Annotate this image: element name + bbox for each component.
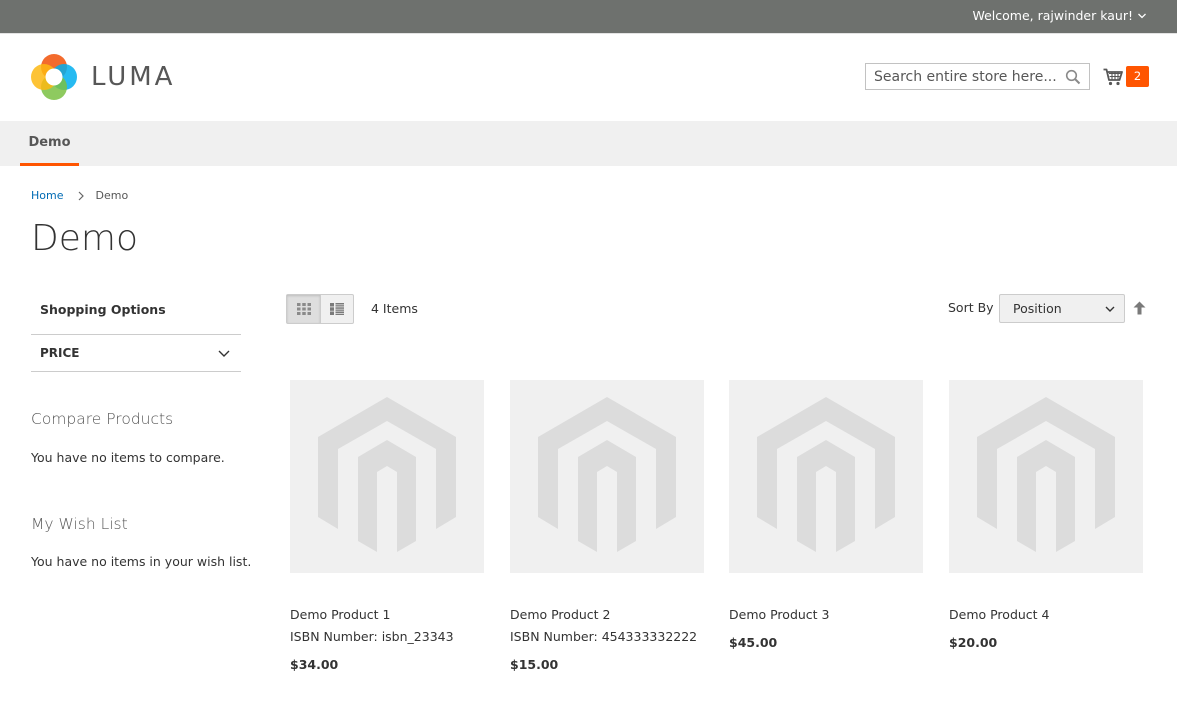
product-price: $20.00 <box>949 635 998 650</box>
chevron-right-icon <box>79 191 85 200</box>
product-image[interactable] <box>729 380 923 573</box>
magento-placeholder-icon <box>977 396 1115 552</box>
grid-view-button[interactable] <box>287 295 320 323</box>
logo-text: LUMA <box>91 62 176 92</box>
magento-placeholder-icon <box>318 396 456 552</box>
product-isbn: ISBN Number: isbn_23343 <box>290 629 454 644</box>
product-price: $34.00 <box>290 657 339 672</box>
list-view-button[interactable] <box>320 295 353 323</box>
wishlist-empty-text: You have no items in your wish list. <box>31 554 252 569</box>
luma-logo-icon <box>31 54 77 100</box>
product-image[interactable] <box>510 380 704 573</box>
product-name-link[interactable]: Demo Product 2 <box>510 607 611 622</box>
main-navigation: Demo <box>0 121 1177 166</box>
sort-by-select[interactable]: Position <box>999 294 1125 323</box>
compare-products-title: Compare Products <box>31 410 174 428</box>
product-item: Demo Product 3 $45.00 <box>729 380 923 650</box>
customer-menu[interactable]: Welcome, rajwinder kaur! <box>972 8 1147 23</box>
page-title: Demo <box>31 218 138 259</box>
logo[interactable]: LUMA <box>31 54 175 100</box>
chevron-down-icon <box>1105 306 1115 312</box>
grid-icon <box>296 303 311 315</box>
price-filter-label: PRICE <box>40 346 80 360</box>
view-mode-switcher <box>286 294 354 324</box>
product-name-link[interactable]: Demo Product 4 <box>949 607 1050 622</box>
shopping-options-title: Shopping Options <box>40 302 166 317</box>
product-item: Demo Product 4 $20.00 <box>949 380 1143 650</box>
cart-icon <box>1103 68 1123 85</box>
product-price: $15.00 <box>510 657 559 672</box>
magento-placeholder-icon <box>757 396 895 552</box>
top-panel: Welcome, rajwinder kaur! <box>0 0 1177 34</box>
cart-count-badge: 2 <box>1126 66 1149 87</box>
product-image[interactable] <box>290 380 484 573</box>
product-item: Demo Product 2 ISBN Number: 454333332222… <box>510 380 704 672</box>
welcome-text: Welcome, rajwinder kaur! <box>972 8 1133 23</box>
nav-item-demo[interactable]: Demo <box>20 121 79 166</box>
list-icon <box>330 303 344 315</box>
item-count: 4 Items <box>371 301 418 316</box>
breadcrumb-current: Demo <box>95 189 129 202</box>
sort-direction-arrow-icon[interactable] <box>1133 301 1146 315</box>
product-image[interactable] <box>949 380 1143 573</box>
price-filter[interactable]: PRICE <box>31 334 241 372</box>
search-box <box>865 63 1090 90</box>
chevron-down-icon <box>1138 13 1146 18</box>
chevron-down-icon <box>218 350 230 357</box>
product-item: Demo Product 1 ISBN Number: isbn_23343 $… <box>290 380 484 672</box>
product-isbn: ISBN Number: 454333332222 <box>510 629 698 644</box>
wishlist-title: My Wish List <box>31 515 128 533</box>
search-icon[interactable] <box>1065 69 1081 85</box>
breadcrumb: Home Demo <box>31 189 128 202</box>
sort-by-value: Position <box>1013 301 1062 316</box>
breadcrumb-home-link[interactable]: Home <box>31 189 63 202</box>
sort-by-label: Sort By <box>948 300 994 315</box>
product-price: $45.00 <box>729 635 778 650</box>
magento-placeholder-icon <box>538 396 676 552</box>
minicart-button[interactable]: 2 <box>1103 66 1149 87</box>
compare-empty-text: You have no items to compare. <box>31 450 225 465</box>
search-input[interactable] <box>866 64 1066 89</box>
product-name-link[interactable]: Demo Product 1 <box>290 607 391 622</box>
product-name-link[interactable]: Demo Product 3 <box>729 607 830 622</box>
